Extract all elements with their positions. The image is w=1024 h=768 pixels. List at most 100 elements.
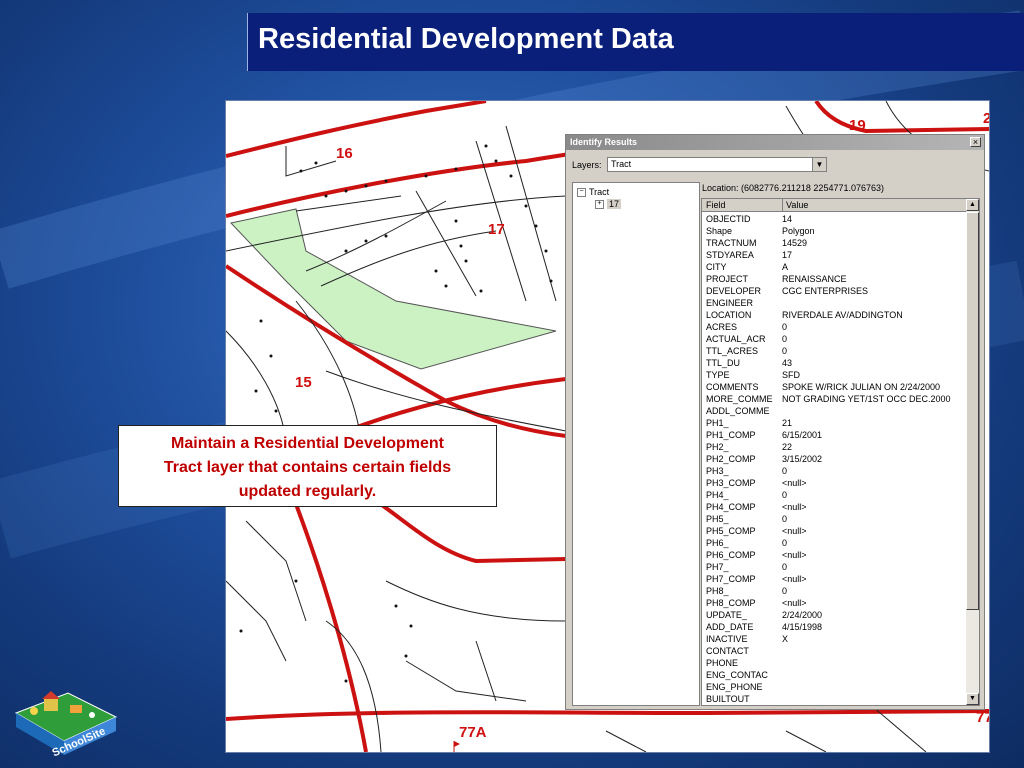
table-row[interactable]: PH8_ 0 — [702, 585, 966, 597]
table-row[interactable]: ENG_CONTAC — [702, 669, 966, 681]
field-value-cell: <null> — [782, 574, 807, 584]
table-row[interactable]: TTL_ACRES 0 — [702, 345, 966, 357]
field-name-cell: ENGINEER — [706, 298, 754, 308]
layers-dropdown-value: Tract — [611, 159, 632, 169]
layers-dropdown[interactable]: Tract ▼ — [607, 157, 827, 172]
table-row[interactable]: TRACTNUM 14529 — [702, 237, 966, 249]
field-value-cell: 0 — [782, 562, 788, 572]
table-row[interactable]: Shape Polygon — [702, 225, 966, 237]
column-header-field[interactable]: Field — [706, 199, 726, 211]
table-row[interactable]: PH3_ 0 — [702, 465, 966, 477]
table-row[interactable]: PH4_COMP <null> — [702, 501, 966, 513]
table-row[interactable]: MORE_COMME NOT GRADING YET/1ST OCC DEC.20… — [702, 393, 966, 405]
table-row[interactable]: STDYAREA 17 — [702, 249, 966, 261]
table-row[interactable]: CONTACT — [702, 645, 966, 657]
vertical-scrollbar[interactable]: ▲ ▼ — [966, 199, 979, 705]
table-row[interactable]: PH5_COMP <null> — [702, 525, 966, 537]
table-row[interactable]: ADD_DATE 4/15/1998 — [702, 621, 966, 633]
expand-icon[interactable]: + — [595, 200, 604, 210]
field-name-cell: PH3_ — [706, 466, 729, 476]
scrollbar-thumb[interactable] — [966, 212, 979, 610]
field-name-cell: UPDATE_ — [706, 610, 747, 620]
field-value-cell: 22 — [782, 442, 793, 452]
field-name-cell: PH8_ — [706, 586, 729, 596]
field-value-cell: X — [782, 634, 789, 644]
field-name-cell: PH1_COMP — [706, 430, 756, 440]
table-row[interactable]: PROJECT RENAISSANCE — [702, 273, 966, 285]
field-value-cell: 14529 — [782, 238, 808, 248]
table-row[interactable]: PH4_ 0 — [702, 489, 966, 501]
field-name-cell: ENG_PHONE — [706, 682, 763, 692]
field-name-cell: ACRES — [706, 322, 738, 332]
field-value-cell: 21 — [782, 418, 793, 428]
table-row[interactable]: ACRES 0 — [702, 321, 966, 333]
field-value-cell: 0 — [782, 466, 788, 476]
tree-item-17[interactable]: +17 — [595, 199, 622, 210]
field-value-cell: RIVERDALE AV/ADDINGTON — [782, 310, 903, 320]
field-value-cell: 0 — [782, 334, 788, 344]
callout-box: Maintain a Residential Development Tract… — [118, 425, 497, 507]
table-row[interactable]: PH6_ 0 — [702, 537, 966, 549]
column-header-value[interactable]: Value — [782, 199, 808, 211]
table-row[interactable]: ENG_PHONE — [702, 681, 966, 693]
table-row[interactable]: PH7_COMP <null> — [702, 573, 966, 585]
close-button[interactable]: × — [970, 137, 981, 147]
field-value-cell: <null> — [782, 550, 807, 560]
layers-label: Layers: — [572, 160, 602, 170]
callout-line-3: updated regularly. — [238, 483, 377, 500]
table-row[interactable]: TTL_DU 43 — [702, 357, 966, 369]
table-row[interactable]: ADDL_COMME — [702, 405, 966, 417]
table-row[interactable]: PH6_COMP <null> — [702, 549, 966, 561]
table-row[interactable]: PH2_ 22 — [702, 441, 966, 453]
table-row[interactable]: OBJECTID 14 — [702, 213, 966, 225]
callout-line-1: Maintain a Residential Development — [171, 435, 444, 452]
field-name-cell: PH5_ — [706, 514, 729, 524]
identify-results-dialog: Identify Results × Layers: Tract ▼ − Trac… — [565, 134, 985, 710]
collapse-icon[interactable]: − — [577, 188, 586, 198]
field-name-cell: PROJECT — [706, 274, 749, 284]
field-value-cell: 0 — [782, 490, 788, 500]
field-value-cell: <null> — [782, 526, 807, 536]
field-value-cell: 6/15/2001 — [782, 430, 823, 440]
map-label-21: 21 — [983, 110, 989, 127]
field-name-cell: PHONE — [706, 658, 739, 668]
table-row[interactable]: PH1_ 21 — [702, 417, 966, 429]
field-name-cell: CITY — [706, 262, 727, 272]
field-value-cell: RENAISSANCE — [782, 274, 847, 284]
table-row[interactable]: ACTUAL_ACR 0 — [702, 333, 966, 345]
field-value-cell: SFD — [782, 370, 800, 380]
tree-item-tract[interactable]: − Tract — [577, 187, 609, 198]
table-row[interactable]: INACTIVE X — [702, 633, 966, 645]
tract-parcel — [230, 208, 557, 370]
scroll-up-icon[interactable]: ▲ — [966, 199, 979, 211]
slide-title: Residential Development Data — [258, 23, 674, 55]
table-row[interactable]: PH5_ 0 — [702, 513, 966, 525]
schoolsite-logo: SchoolSite — [14, 691, 118, 758]
scroll-down-icon[interactable]: ▼ — [966, 693, 979, 705]
field-value-cell: 0 — [782, 346, 788, 356]
field-name-cell: STDYAREA — [706, 250, 754, 260]
table-row[interactable]: CITY A — [702, 261, 966, 273]
table-row[interactable]: PHONE — [702, 657, 966, 669]
table-row[interactable]: COMMENTS SPOKE W/RICK JULIAN ON 2/24/2000 — [702, 381, 966, 393]
table-row[interactable]: TYPE SFD — [702, 369, 966, 381]
table-row[interactable]: PH2_COMP 3/15/2002 — [702, 453, 966, 465]
table-row[interactable]: UPDATE_ 2/24/2000 — [702, 609, 966, 621]
table-row[interactable]: PH3_COMP <null> — [702, 477, 966, 489]
table-row[interactable]: BUILTOUT — [702, 693, 966, 705]
chevron-down-icon[interactable]: ▼ — [812, 158, 826, 171]
table-row[interactable]: ENGINEER — [702, 297, 966, 309]
field-value-cell: 14 — [782, 214, 793, 224]
table-row[interactable]: PH1_COMP 6/15/2001 — [702, 429, 966, 441]
map-label-16: 16 — [336, 145, 353, 162]
table-row[interactable]: DEVELOPER CGC ENTERPRISES — [702, 285, 966, 297]
field-name-cell: PH4_COMP — [706, 502, 756, 512]
field-value-cell: 4/15/1998 — [782, 622, 823, 632]
table-row[interactable]: LOCATION RIVERDALE AV/ADDINGTON — [702, 309, 966, 321]
callout-line-2: Tract layer that contains certain fields — [163, 459, 452, 476]
field-name-cell: ADD_DATE — [706, 622, 754, 632]
field-name-cell: CONTACT — [706, 646, 749, 656]
table-row[interactable]: PH7_ 0 — [702, 561, 966, 573]
table-row[interactable]: PH8_COMP <null> — [702, 597, 966, 609]
field-name-cell: COMMENTS — [706, 382, 759, 392]
